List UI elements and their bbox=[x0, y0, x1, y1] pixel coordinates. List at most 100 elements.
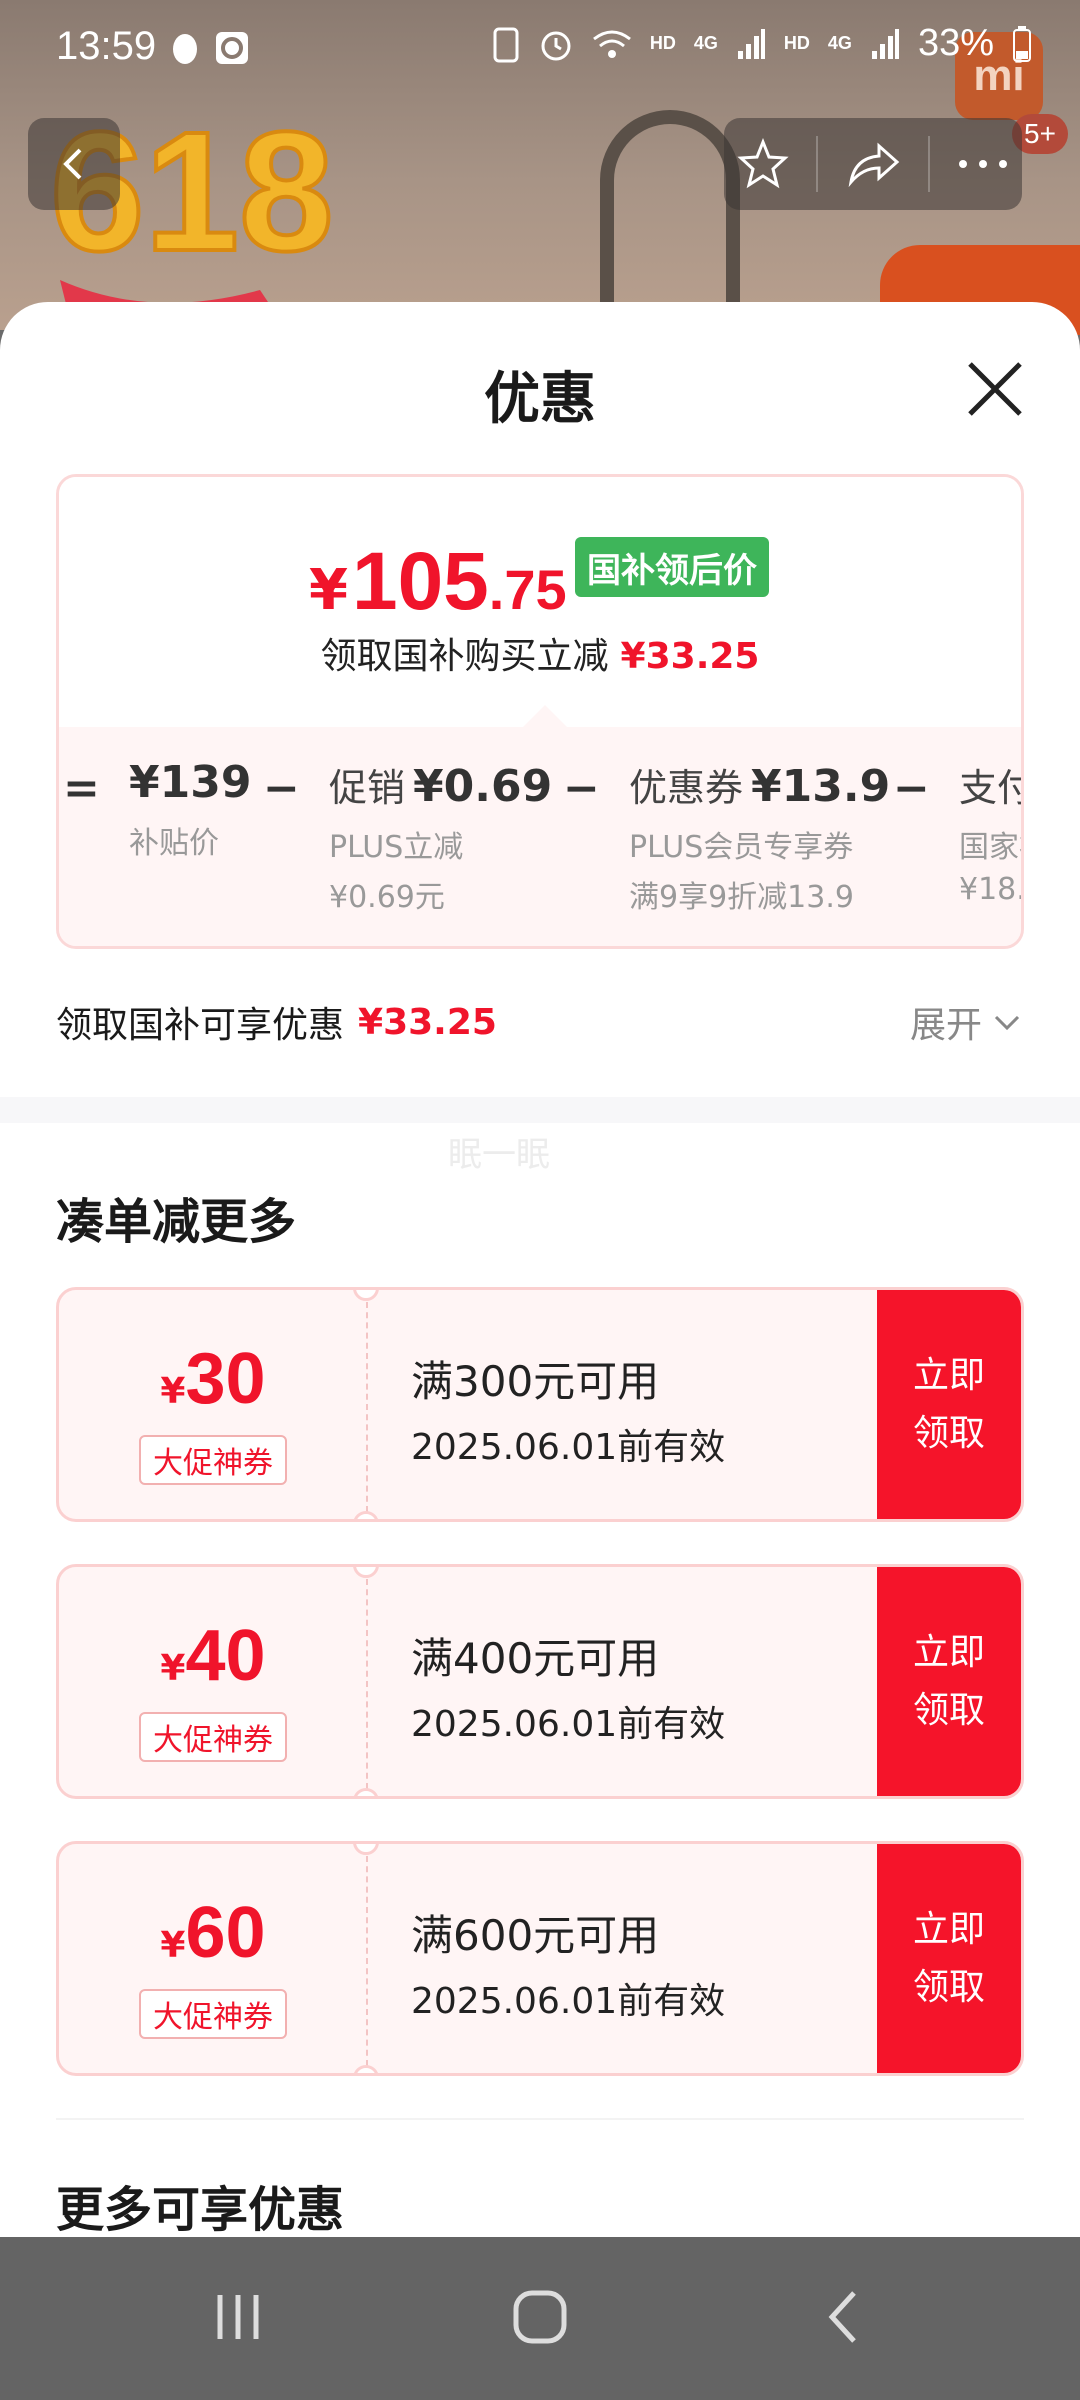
coupon-card: ¥30 大促神券 满300元可用 2025.06.01前有效 立即 领取 bbox=[56, 1287, 1024, 1522]
status-time: 13:59 bbox=[56, 24, 157, 68]
coupon-currency: ¥ bbox=[160, 1925, 186, 1966]
section-divider bbox=[0, 1097, 1080, 1123]
network-label: HD bbox=[783, 33, 810, 53]
claim-button-line: 领取 bbox=[912, 1412, 985, 1454]
breakdown-desc: PLUS立减 bbox=[329, 830, 464, 865]
breakdown-item: 促销 ¥0.69 PLUS立减 ¥0.69元 bbox=[329, 757, 552, 916]
coupon-amount: ¥60 bbox=[59, 1892, 367, 1974]
share-icon[interactable] bbox=[845, 140, 901, 188]
price-subtitle-label: 领取国补购买立减 bbox=[320, 636, 609, 677]
final-price: ¥ 105 .75 bbox=[309, 535, 567, 629]
coupon-condition: 满600元可用 bbox=[411, 1911, 660, 1960]
alarm-icon bbox=[541, 31, 571, 60]
network-label: 4G bbox=[827, 33, 852, 53]
breakdown-detail: ¥18.6 bbox=[959, 872, 1021, 907]
wifi-icon bbox=[592, 30, 631, 58]
breakdown-value-line: 支付 bbox=[959, 757, 1021, 812]
claim-coupon-button[interactable]: 立即 领取 bbox=[877, 1290, 1021, 1519]
coupon-left: ¥60 大促神券 bbox=[59, 1844, 367, 2073]
coupon-condition: 满400元可用 bbox=[411, 1634, 660, 1683]
coupon-value: 40 bbox=[185, 1616, 266, 1696]
more-icon[interactable] bbox=[957, 158, 1009, 170]
discount-sheet: 优惠 ¥ 105 .75 国补领后价 领取国补购买立减 ¥33.25 = ¥139… bbox=[0, 302, 1080, 2237]
coupon-divider bbox=[366, 1856, 368, 2066]
coupon-currency: ¥ bbox=[160, 1371, 186, 1412]
price-integer: 105 bbox=[351, 536, 489, 627]
claim-button-line: 领取 bbox=[912, 1689, 985, 1731]
coupon-amount: ¥40 bbox=[59, 1615, 367, 1697]
battery-percent: 33% bbox=[917, 22, 994, 64]
breakdown-item: ¥139 补贴价 bbox=[129, 757, 251, 862]
coupon-badge: 大促神券 bbox=[139, 1712, 287, 1762]
breakdown-value-line: 促销 ¥0.69 bbox=[329, 757, 552, 812]
breakdown-operator: − bbox=[893, 763, 930, 814]
expand-button[interactable]: 展开 bbox=[910, 992, 1024, 1052]
price-tag: 国补领后价 bbox=[575, 537, 769, 597]
claim-button-line: 立即 bbox=[912, 1354, 985, 1396]
system-nav-bar bbox=[0, 2237, 1080, 2400]
signal-icon bbox=[737, 28, 765, 59]
battery-saver-icon bbox=[493, 27, 519, 62]
watermark: 眠一眠 bbox=[448, 1135, 550, 1175]
coupon-divider bbox=[366, 1302, 368, 1512]
divider bbox=[816, 136, 819, 192]
coupon-divider bbox=[366, 1579, 368, 1789]
claim-coupon-button[interactable]: 立即 领取 bbox=[877, 1567, 1021, 1796]
close-icon[interactable] bbox=[960, 354, 1030, 424]
coupon-validity: 2025.06.01前有效 bbox=[411, 1981, 726, 2022]
breakdown-desc: 补贴价 bbox=[129, 826, 219, 861]
breakdown-label: 支付 bbox=[959, 766, 1021, 810]
sheet-title: 优惠 bbox=[484, 367, 596, 432]
network-label: 4G bbox=[693, 33, 718, 53]
breakdown-desc: 国家补 bbox=[959, 830, 1021, 865]
discount-summary: 领取国补可享优惠 ¥33.25 展开 bbox=[56, 992, 1024, 1052]
top-action-group bbox=[724, 118, 1022, 210]
status-right-group: HD 4G HD 4G 33% bbox=[492, 22, 1032, 65]
price-card-top: ¥ 105 .75 国补领后价 领取国补购买立减 ¥33.25 bbox=[59, 477, 1021, 727]
section-title-more: 更多可享优惠 bbox=[56, 2182, 345, 2237]
breakdown-value: ¥0.69 bbox=[413, 761, 553, 812]
signal-icon bbox=[871, 28, 899, 59]
battery-icon bbox=[1013, 25, 1031, 62]
network-label: HD bbox=[649, 33, 676, 53]
price-subtitle: 领取国补购买立减 ¥33.25 bbox=[59, 627, 1021, 679]
claim-button-line: 立即 bbox=[912, 1631, 985, 1673]
coupon-badge: 大促神券 bbox=[139, 1435, 287, 1485]
back-button[interactable] bbox=[28, 118, 120, 210]
discount-summary-label: 领取国补可享优惠 bbox=[56, 1005, 345, 1046]
coupon-card: ¥60 大促神券 满600元可用 2025.06.01前有效 立即 领取 bbox=[56, 1841, 1024, 2076]
breakdown-value-line: ¥139 bbox=[129, 757, 251, 808]
claim-button-line: 领取 bbox=[912, 1966, 985, 2008]
price-card: ¥ 105 .75 国补领后价 领取国补购买立减 ¥33.25 = ¥139 补贴… bbox=[56, 474, 1024, 949]
discount-summary-amount: ¥33.25 bbox=[358, 1001, 497, 1043]
breakdown-operator: − bbox=[263, 763, 300, 814]
breakdown-detail: ¥0.69元 bbox=[329, 880, 445, 915]
breakdown-desc: PLUS会员专享券 bbox=[629, 830, 854, 865]
qq-penguin-icon bbox=[168, 28, 202, 68]
pointer-arrow bbox=[523, 705, 567, 727]
coupon-currency: ¥ bbox=[160, 1648, 186, 1689]
back-icon[interactable] bbox=[818, 2289, 874, 2345]
price-breakdown[interactable]: = ¥139 补贴价 − 促销 ¥0.69 PLUS立减 ¥0.69元 − 优惠券… bbox=[59, 727, 1021, 946]
breakdown-label: 促销 bbox=[329, 766, 406, 810]
divider bbox=[927, 136, 930, 192]
product-image bbox=[600, 110, 740, 330]
coupon-amount: ¥30 bbox=[59, 1338, 367, 1420]
breakdown-operator: − bbox=[563, 763, 600, 814]
breakdown-item: 支付 国家补 ¥18.6 bbox=[959, 757, 1021, 907]
coupon-left: ¥30 大促神券 bbox=[59, 1290, 367, 1519]
expand-label: 展开 bbox=[909, 1005, 982, 1046]
coupon-validity: 2025.06.01前有效 bbox=[411, 1704, 726, 1745]
clock-app-icon bbox=[214, 28, 250, 68]
coupon-left: ¥40 大促神券 bbox=[59, 1567, 367, 1796]
breakdown-value-line: 优惠券 ¥13.9 bbox=[629, 757, 890, 812]
claim-button-line: 立即 bbox=[912, 1908, 985, 1950]
coupon-value: 30 bbox=[185, 1339, 266, 1419]
claim-coupon-button[interactable]: 立即 领取 bbox=[877, 1844, 1021, 2073]
star-icon[interactable] bbox=[737, 138, 790, 190]
home-icon[interactable] bbox=[512, 2289, 568, 2345]
price-subtitle-amount: ¥33.25 bbox=[620, 636, 760, 677]
chevron-down-icon bbox=[994, 1015, 1020, 1031]
recent-apps-icon[interactable] bbox=[210, 2289, 266, 2345]
section-title-combine: 凑单减更多 bbox=[56, 1194, 297, 1250]
